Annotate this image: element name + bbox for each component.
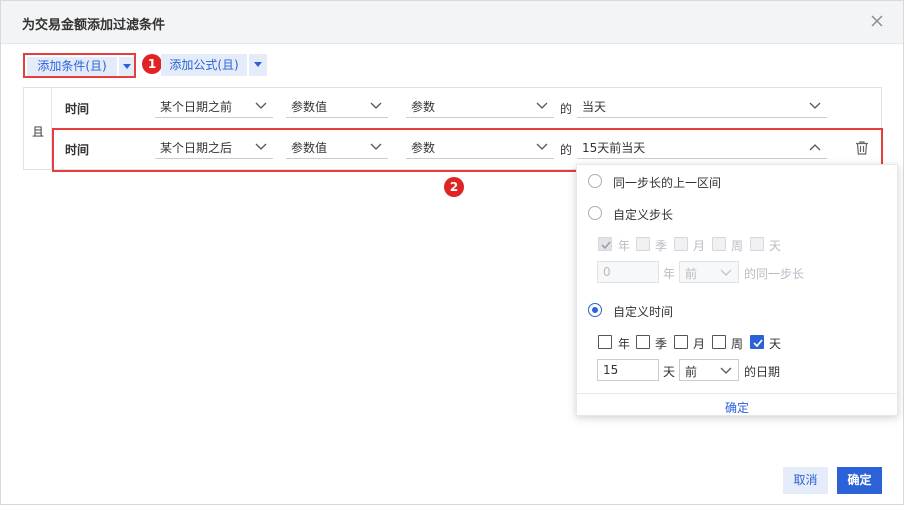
chevron-down-icon [255,102,267,109]
step-unit-label: 周 [731,239,744,253]
step-month-checkbox[interactable] [674,237,688,251]
step-quarter-checkbox[interactable] [636,237,650,251]
add-formula-dropdown-button[interactable] [249,54,267,76]
date-picker-popover: 同一步长的上一区间 自定义步长 年 季 月 周 天 0 年 前 的同一步长 自定… [576,164,898,416]
and-column: 且 [24,88,52,169]
time-suffix-text: 的日期 [744,365,781,379]
value-type-value: 参数值 [291,100,328,114]
close-icon[interactable] [869,13,885,29]
trash-icon[interactable] [854,140,870,156]
radio-prev-period[interactable] [588,174,602,188]
time-unit-label: 周 [731,337,744,351]
filter-dialog: 为交易金额添加过滤条件 添加条件(且) 1 添加公式(且) 且 时间 某个日期之… [0,0,904,505]
add-formula-split-button: 添加公式(且) [161,54,267,76]
cancel-button[interactable]: 取消 [783,467,828,494]
step-count-input[interactable]: 0 [597,261,659,283]
time-week-checkbox[interactable] [712,335,726,349]
chevron-down-icon [536,102,548,109]
param-select[interactable]: 参数 [406,96,554,118]
step-direction-select[interactable]: 前 [679,261,739,283]
caret-down-icon [123,64,131,69]
add-condition-dropdown-button[interactable] [119,57,134,76]
step-week-checkbox[interactable] [712,237,726,251]
check-icon [753,339,763,348]
popover-footer: 确定 [577,393,897,416]
time-year-checkbox[interactable] [598,335,612,349]
time-month-checkbox[interactable] [674,335,688,349]
operator-value: 某个日期之前 [160,100,233,114]
option-prev-period-label: 同一步长的上一区间 [613,176,722,190]
add-condition-split-button: 添加条件(且) [23,53,136,78]
step-year-checkbox[interactable] [598,237,612,251]
check-icon [601,241,611,250]
step-badge-1: 1 [142,54,162,74]
date-value: 当天 [582,100,607,114]
time-count-input[interactable]: 15 [597,359,659,381]
chevron-down-icon [720,269,732,276]
dialog-title: 为交易金额添加过滤条件 [22,18,166,33]
value-type-select[interactable]: 参数值 [286,96,388,118]
and-label: 且 [32,125,45,139]
time-unit-text: 天 [663,365,676,379]
add-condition-button[interactable]: 添加条件(且) [27,57,117,76]
time-unit-label: 月 [693,337,706,351]
time-unit-label: 年 [618,337,631,351]
chevron-down-icon [720,367,732,374]
time-direction-select[interactable]: 前 [679,359,739,381]
option-custom-step-label: 自定义步长 [613,208,674,222]
time-day-checkbox[interactable] [750,335,764,349]
step-direction-value: 前 [685,267,698,281]
time-direction-value: 前 [685,365,698,379]
step-day-checkbox[interactable] [750,237,764,251]
of-label: 的 [560,102,573,116]
field-name: 时间 [65,102,90,116]
date-value-select[interactable]: 当天 [577,96,827,118]
condition-row-1: 时间 某个日期之前 参数值 参数 的 当天 [53,88,882,128]
step-suffix-text: 的同一步长 [744,267,805,281]
operator-select[interactable]: 某个日期之前 [155,96,273,118]
ok-button[interactable]: 确定 [837,467,882,494]
step-unit-text: 年 [663,267,676,281]
add-formula-button[interactable]: 添加公式(且) [161,54,247,76]
radio-custom-time[interactable] [588,303,602,317]
radio-custom-step[interactable] [588,206,602,220]
chevron-down-icon [370,102,382,109]
time-count-value: 15 [603,363,619,377]
time-unit-label: 天 [769,337,782,351]
step-unit-label: 季 [655,239,668,253]
dialog-header: 为交易金额添加过滤条件 [1,1,903,44]
param-value: 参数 [411,100,436,114]
caret-down-icon [254,62,262,67]
time-unit-label: 季 [655,337,668,351]
step-unit-label: 年 [618,239,631,253]
step-unit-label: 天 [769,239,782,253]
option-custom-time-label: 自定义时间 [613,305,674,319]
time-quarter-checkbox[interactable] [636,335,650,349]
step-badge-2: 2 [444,177,464,197]
popover-confirm-button[interactable]: 确定 [725,399,749,416]
step-count-value: 0 [603,265,611,279]
step-unit-label: 月 [693,239,706,253]
chevron-down-icon [809,102,821,109]
